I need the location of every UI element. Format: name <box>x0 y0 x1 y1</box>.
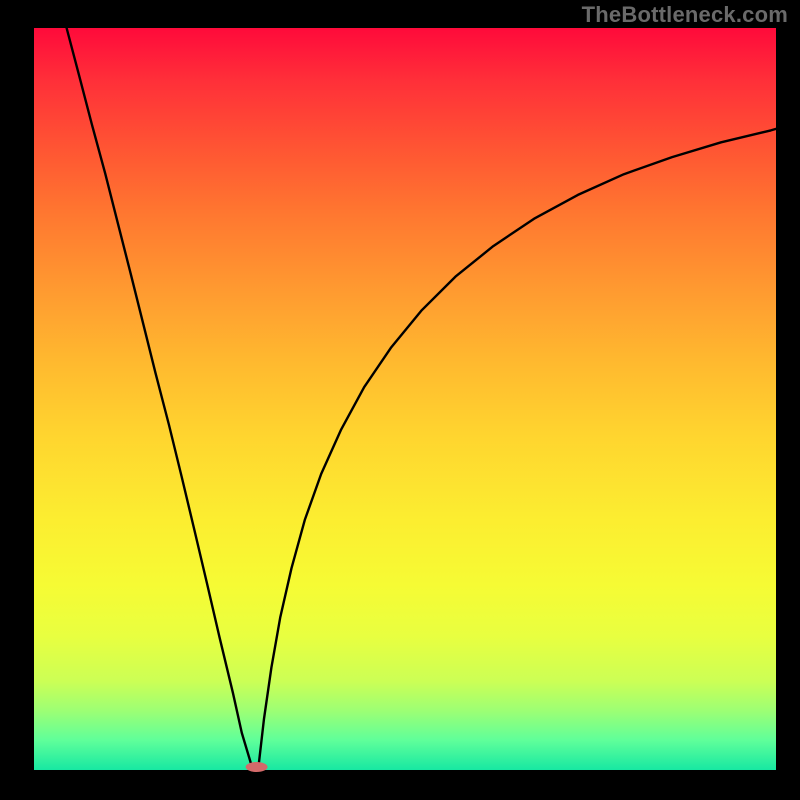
watermark-text: TheBottleneck.com <box>582 2 788 28</box>
optimal-marker <box>246 762 268 772</box>
chart-frame: TheBottleneck.com <box>0 0 800 800</box>
bottleneck-curve <box>34 28 776 770</box>
curve-right-branch <box>258 129 776 770</box>
curve-left-branch <box>67 28 253 770</box>
plot-area <box>34 28 776 770</box>
